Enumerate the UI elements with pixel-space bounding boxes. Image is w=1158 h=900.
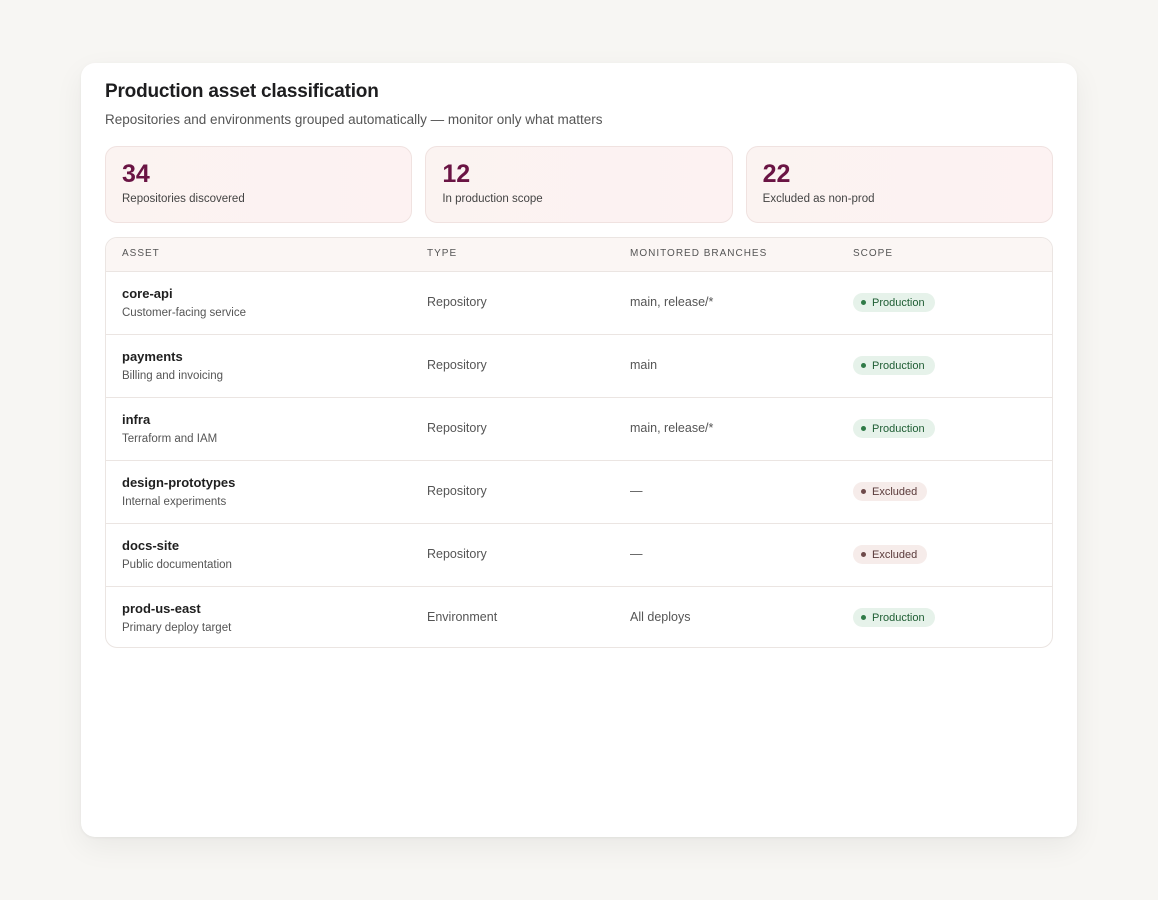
column-header-type[interactable]: TYPE [427, 248, 457, 259]
stat-card-excluded: 22 Excluded as non-prod [745, 146, 1053, 223]
asset-name[interactable]: infra [122, 412, 150, 427]
asset-classification-card: Production asset classification Reposito… [81, 63, 1077, 837]
asset-name[interactable]: design-prototypes [122, 475, 235, 490]
asset-description: Primary deploy target [122, 622, 232, 634]
scope-badge[interactable]: Production [853, 608, 935, 627]
monitored-branches: main, release/* [630, 295, 714, 309]
scope-badge[interactable]: Excluded [853, 545, 928, 564]
asset-type: Repository [427, 547, 487, 561]
table-row[interactable]: docs-site Public documentation Repositor… [106, 524, 1052, 587]
asset-type: Environment [427, 610, 498, 624]
asset-description: Internal experiments [122, 496, 227, 508]
asset-description: Billing and invoicing [122, 370, 224, 382]
scope-label: Production [872, 422, 925, 435]
asset-description: Customer-facing service [122, 307, 246, 319]
table-row[interactable]: design-prototypes Internal experiments R… [106, 461, 1052, 524]
asset-type: Repository [427, 421, 487, 435]
monitored-branches: — [630, 484, 643, 498]
asset-name[interactable]: payments [122, 349, 183, 364]
asset-table: ASSET TYPE MONITORED BRANCHES SCOPE core… [105, 237, 1053, 648]
scope-badge[interactable]: Production [853, 419, 935, 438]
asset-name[interactable]: core-api [122, 286, 173, 301]
status-dot-icon [861, 363, 866, 368]
scope-label: Excluded [872, 485, 918, 498]
table-row[interactable]: infra Terraform and IAM Repository main,… [106, 398, 1052, 461]
stats-row: 34 Repositories discovered 12 In product… [105, 146, 1053, 223]
page-title: Production asset classification [105, 81, 379, 102]
status-dot-icon [861, 300, 866, 305]
table-row[interactable]: payments Billing and invoicing Repositor… [106, 335, 1052, 398]
table-row[interactable]: core-api Customer-facing service Reposit… [106, 272, 1052, 335]
stat-label: Repositories discovered [122, 193, 245, 205]
asset-type: Repository [427, 484, 487, 498]
scope-label: Production [872, 359, 925, 372]
asset-description: Terraform and IAM [122, 433, 218, 445]
stat-value: 34 [122, 160, 150, 188]
asset-name[interactable]: docs-site [122, 538, 179, 553]
column-header-asset[interactable]: ASSET [122, 248, 160, 259]
status-dot-icon [861, 552, 866, 557]
asset-description: Public documentation [122, 559, 232, 571]
status-dot-icon [861, 426, 866, 431]
monitored-branches: main [630, 358, 658, 372]
column-header-branches[interactable]: MONITORED BRANCHES [630, 248, 767, 259]
scope-label: Production [872, 611, 925, 624]
stat-label: Excluded as non-prod [762, 193, 875, 205]
scope-badge[interactable]: Production [853, 293, 935, 312]
monitored-branches: main, release/* [630, 421, 714, 435]
asset-type: Repository [427, 358, 487, 372]
stat-value: 22 [762, 160, 791, 188]
monitored-branches: — [630, 547, 643, 561]
column-header-scope[interactable]: SCOPE [853, 248, 893, 259]
stat-card-repositories: 34 Repositories discovered [105, 146, 413, 223]
stat-card-production: 12 In production scope [425, 146, 733, 223]
stat-label: In production scope [442, 193, 543, 205]
scope-badge[interactable]: Production [853, 356, 935, 375]
status-dot-icon [861, 615, 866, 620]
asset-name[interactable]: prod-us-east [122, 601, 201, 616]
stat-value: 12 [442, 160, 471, 188]
status-dot-icon [861, 489, 866, 494]
scope-label: Excluded [872, 548, 918, 561]
table-header: ASSET TYPE MONITORED BRANCHES SCOPE [106, 238, 1052, 272]
monitored-branches: All deploys [630, 610, 691, 624]
asset-type: Repository [427, 295, 487, 309]
scope-label: Production [872, 296, 925, 309]
scope-badge[interactable]: Excluded [853, 482, 928, 501]
page-subtitle: Repositories and environments grouped au… [105, 112, 603, 127]
table-row[interactable]: prod-us-east Primary deploy target Envir… [106, 587, 1052, 647]
